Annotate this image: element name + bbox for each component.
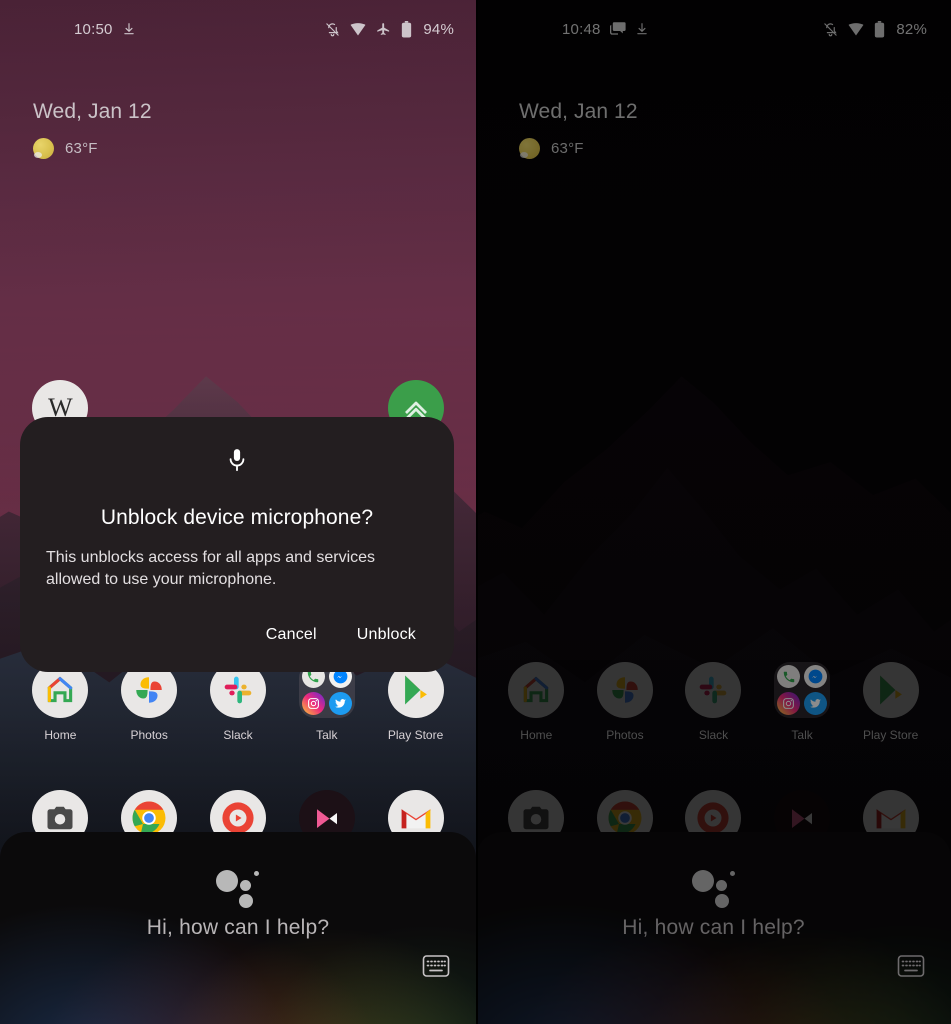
widget-weather: 63°F (519, 138, 638, 159)
download-icon (122, 22, 136, 36)
status-time: 10:48 (562, 20, 601, 38)
app-label: Slack (698, 728, 729, 742)
app-home[interactable]: Home (23, 662, 97, 742)
wifi-icon (848, 22, 864, 36)
widget-temperature: 63°F (65, 140, 98, 157)
folder-icon (774, 662, 831, 718)
app-slack[interactable]: Slack (676, 662, 750, 742)
app-home[interactable]: Home (499, 662, 573, 742)
app-play-store[interactable]: Play Store (854, 662, 928, 742)
dialog-actions: Cancel Unblock (46, 620, 428, 650)
google-assistant-icon (691, 866, 736, 908)
widget-date: Wed, Jan 12 (33, 100, 152, 123)
app-talk-folder[interactable]: Talk (290, 662, 364, 742)
dialog-title: Unblock device microphone? (100, 506, 374, 529)
app-photos[interactable]: Photos (588, 662, 662, 742)
instagram-icon (301, 692, 325, 715)
app-row-main: Home Photos Slack Talk Play Store (476, 662, 951, 742)
assistant-prompt: Hi, how can I help? (146, 916, 330, 939)
status-bar-right: 94% (325, 20, 454, 38)
wifi-icon (350, 22, 366, 36)
assistant-prompt: Hi, how can I help? (622, 916, 805, 939)
status-bar-left: 10:48 (562, 21, 649, 38)
google-assistant-icon (216, 866, 260, 908)
cancel-button[interactable]: Cancel (258, 620, 325, 650)
status-bar: 10:50 94% (0, 0, 476, 58)
assistant-sheet[interactable]: Hi, how can I help? (476, 832, 951, 1024)
status-bar: 10:48 82% (476, 0, 951, 58)
app-label: Play Store (387, 728, 444, 742)
twitter-icon (804, 692, 828, 715)
keyboard-icon[interactable] (422, 954, 450, 978)
status-bar-left: 10:50 (74, 21, 136, 38)
app-label: Slack (223, 728, 253, 742)
battery-percent: 82% (896, 20, 927, 38)
app-photos[interactable]: Photos (112, 662, 186, 742)
phone-icon (777, 665, 801, 688)
slack-icon (685, 662, 742, 718)
bell-off-icon (325, 22, 340, 37)
sun-icon (519, 138, 540, 159)
microphone-icon (46, 447, 428, 480)
status-bar-right: 82% (823, 20, 927, 38)
sun-icon (33, 138, 54, 159)
keyboard-icon[interactable] (897, 954, 925, 978)
app-play-store[interactable]: Play Store (379, 662, 453, 742)
download-icon (635, 22, 649, 36)
app-label: Photos (130, 728, 168, 742)
widget-weather: 63°F (33, 138, 152, 159)
date-weather-widget[interactable]: Wed, Jan 12 63°F (33, 100, 152, 159)
unblock-microphone-dialog: Unblock device microphone? This unblocks… (20, 417, 454, 673)
bell-off-icon (823, 22, 838, 37)
instagram-icon (777, 692, 801, 715)
airplane-mode-icon (376, 22, 391, 37)
app-label: Photos (606, 728, 644, 742)
app-label: Play Store (862, 728, 919, 742)
dialog-body: This unblocks access for all apps and se… (46, 549, 376, 588)
panel-divider (476, 0, 478, 1024)
google-photos-icon (596, 662, 653, 718)
assistant-sheet[interactable]: Hi, how can I help? (0, 832, 476, 1024)
status-time: 10:50 (74, 20, 113, 38)
battery-icon (874, 20, 885, 38)
app-label: Talk (316, 728, 338, 742)
dual-screenshot-stage: 10:50 94% Wed, Jan 12 63°F W Home Photos… (0, 0, 951, 1024)
chat-bubble-icon (609, 22, 626, 36)
unblock-button[interactable]: Unblock (349, 620, 424, 650)
widget-date: Wed, Jan 12 (519, 100, 638, 123)
battery-percent: 94% (423, 20, 454, 38)
messenger-icon (804, 665, 828, 688)
app-label: Home (44, 728, 77, 742)
google-play-icon (862, 662, 919, 718)
google-home-icon (508, 662, 565, 718)
screen-dark-wallpaper: 10:48 82% Wed, Jan 12 63°F Home Photos S… (476, 0, 951, 1024)
battery-icon (401, 20, 412, 38)
app-label: Talk (791, 728, 813, 742)
screen-light-wallpaper: 10:50 94% Wed, Jan 12 63°F W Home Photos… (0, 0, 476, 1024)
widget-temperature: 63°F (551, 140, 584, 157)
app-talk-folder[interactable]: Talk (765, 662, 839, 742)
app-label: Home (520, 728, 553, 742)
app-slack[interactable]: Slack (201, 662, 275, 742)
date-weather-widget[interactable]: Wed, Jan 12 63°F (519, 100, 638, 159)
twitter-icon (328, 692, 352, 715)
app-row-main: Home Photos Slack Talk Play Store (0, 662, 476, 742)
